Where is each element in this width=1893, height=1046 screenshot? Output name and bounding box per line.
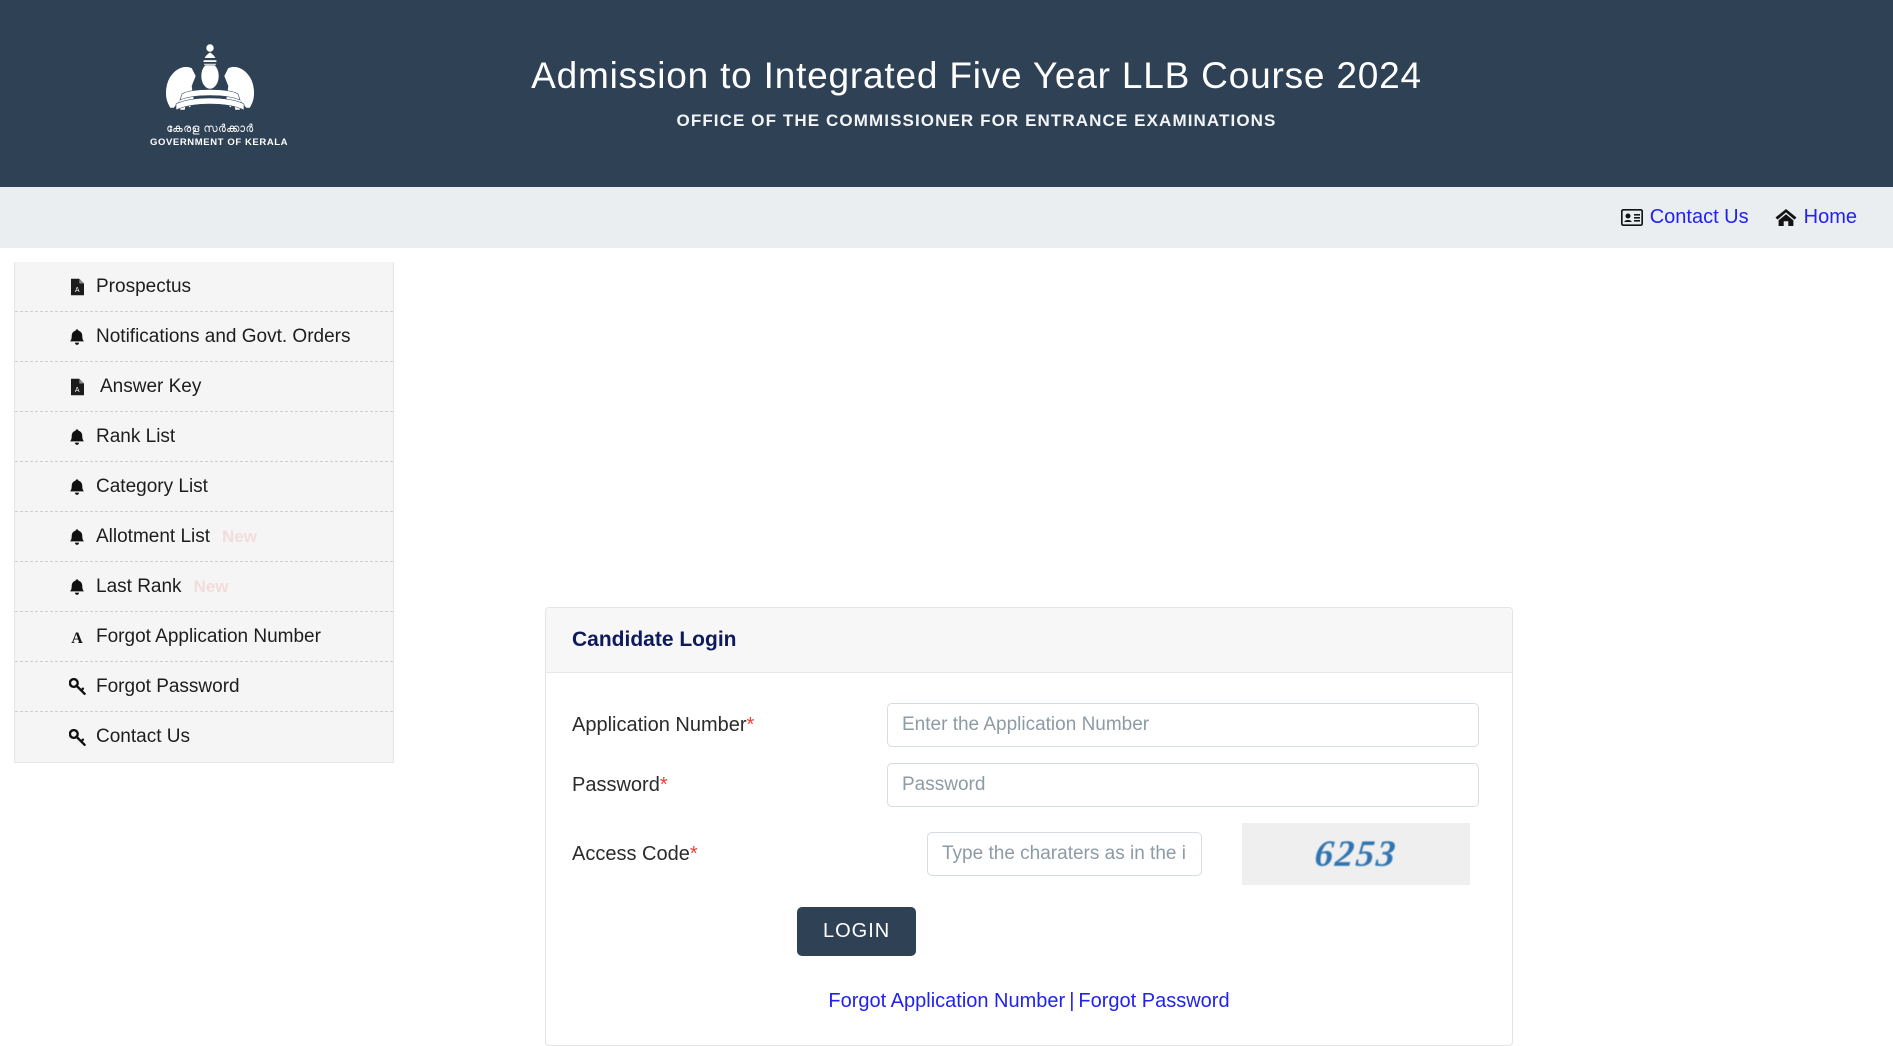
sidebar-item-contact-us[interactable]: Contact Us [15,712,393,762]
kerala-state-emblem-icon [156,38,264,122]
links-separator: | [1069,990,1075,1012]
password-input[interactable] [887,763,1479,807]
sidebar-item-label: Prospectus [96,275,192,297]
top-navbar: Contact Us Home [0,187,1893,248]
bell-icon [67,528,87,546]
sidebar-item-allotment-list[interactable]: Allotment List New [15,512,393,562]
sidebar-item-prospectus[interactable]: A Prospectus [15,262,393,312]
pdf-file-icon: A [67,278,87,296]
site-header: കേരള സർക്കാർ GOVERNMENT OF KERALA Admiss… [0,0,1893,187]
nav-home[interactable]: Home [1775,206,1857,229]
svg-text:A: A [71,630,83,646]
svg-text:A: A [74,287,79,294]
card-header: Candidate Login [546,608,1512,673]
emblem-label-malayalam: കേരള സർക്കാർ [166,123,254,135]
access-code-label: Access Code* [572,843,887,866]
sidebar-item-label: Category List [96,475,208,497]
password-label-text: Password [572,773,660,796]
submit-row: LOGIN [572,907,1486,956]
nav-contact-us[interactable]: Contact Us [1620,206,1749,229]
captcha-text: 6253 [1312,833,1400,875]
id-card-icon [1620,209,1643,226]
sidebar-item-label: Forgot Password [96,675,240,697]
access-code-label-text: Access Code [572,842,690,865]
home-icon [1775,208,1797,227]
sidebar-item-category-list[interactable]: Category List [15,462,393,512]
pdf-file-icon: A [67,378,87,396]
sidebar-item-label: Answer Key [100,375,202,397]
sidebar-item-forgot-application-number[interactable]: A Forgot Application Number [15,612,393,662]
login-button[interactable]: LOGIN [797,907,917,956]
page-subtitle: OFFICE OF THE COMMISSIONER FOR ENTRANCE … [676,110,1277,130]
sidebar-item-label: Forgot Application Number [96,625,321,647]
svg-text:A: A [74,387,79,394]
page-body: A Prospectus Notifications and Govt. Ord… [0,248,1893,1046]
password-row: Password* [572,763,1486,807]
sidebar-item-new-badge: New [193,576,229,596]
nav-home-label: Home [1803,206,1857,228]
kerala-government-emblem: കേരള സർക്കാർ GOVERNMENT OF KERALA [150,38,289,148]
sidebar-item-answer-key[interactable]: A Answer Key [15,362,393,412]
emblem-label-english: GOVERNMENT OF KERALA [150,137,289,148]
required-asterisk: * [659,773,668,796]
sidebar-item-last-rank[interactable]: Last Rank New [15,562,393,612]
application-number-label: Application Number* [572,714,887,737]
card-body: Application Number* Password* Access Cod… [546,673,1512,1045]
bell-icon [67,428,87,446]
application-number-row: Application Number* [572,703,1486,747]
application-number-label-text: Application Number [572,713,747,736]
bell-icon [67,328,87,346]
sidebar-item-label: Last Rank [96,575,182,597]
key-icon [67,728,87,746]
sidebar-menu: A Prospectus Notifications and Govt. Ord… [14,262,394,763]
candidate-login-card: Candidate Login Application Number* Pass… [545,607,1513,1046]
sidebar-item-label: Notifications and Govt. Orders [96,325,351,347]
sidebar-item-notifications-and-govt-orders[interactable]: Notifications and Govt. Orders [15,312,393,362]
bell-icon [67,478,87,496]
application-number-input[interactable] [887,703,1479,747]
forgot-application-number-link[interactable]: Forgot Application Number [828,990,1065,1012]
helper-links: Forgot Application Number | Forgot Passwor… [572,990,1486,1013]
required-asterisk: * [746,713,755,736]
sidebar-item-forgot-password[interactable]: Forgot Password [15,662,393,712]
captcha-image[interactable]: 6253 [1242,823,1470,885]
sidebar-item-label: Allotment List [96,525,211,547]
access-code-input[interactable] [927,832,1202,876]
forgot-password-link[interactable]: Forgot Password [1078,990,1229,1012]
sidebar-item-rank-list[interactable]: Rank List [15,412,393,462]
password-label: Password* [572,774,887,797]
key-icon [67,678,87,695]
nav-contact-us-label: Contact Us [1649,206,1749,228]
sidebar-item-new-badge: New [222,526,258,546]
sidebar-item-label: Rank List [96,425,176,447]
header-title-block: Admission to Integrated Five Year LLB Co… [0,55,1893,131]
bell-icon [67,578,87,596]
letter-a-icon: A [67,628,87,646]
required-asterisk: * [689,842,698,865]
page-title: Admission to Integrated Five Year LLB Co… [531,55,1422,97]
access-code-row: Access Code* 6253 [572,823,1486,885]
sidebar-item-label: Contact Us [96,726,190,747]
card-title: Candidate Login [572,628,737,651]
